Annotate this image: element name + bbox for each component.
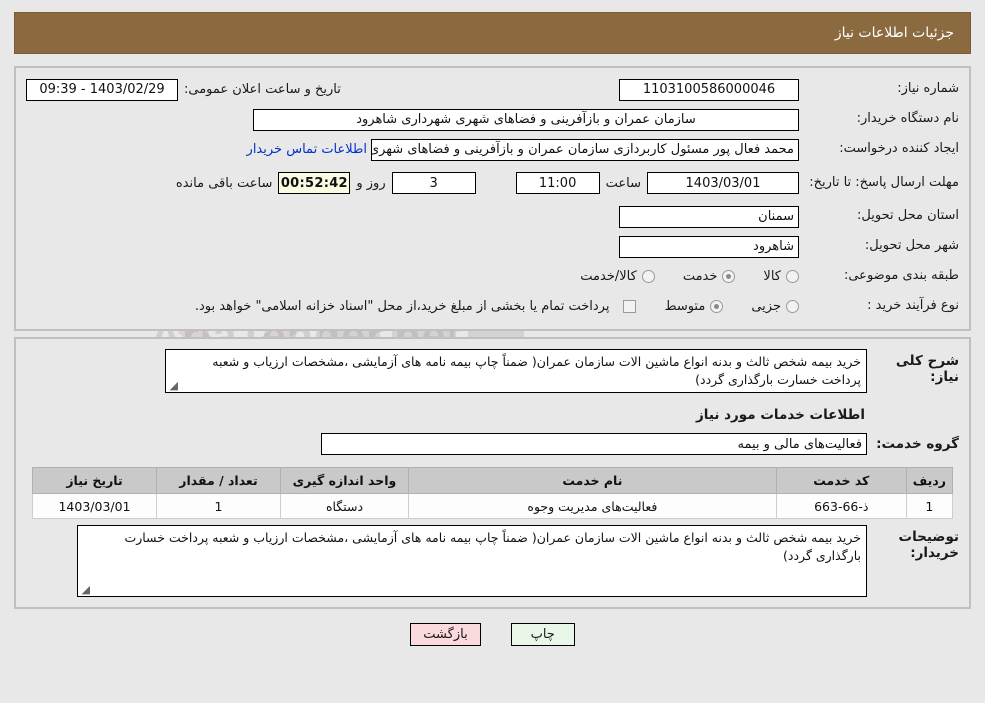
row-province: استان محل تحویل: سمنان [26,203,959,230]
th-service-name: نام خدمت [408,467,777,495]
print-button[interactable]: چاپ [510,623,575,647]
resize-grip-icon[interactable]: ◢ [80,584,90,595]
need-number-label: شماره نیاز: [897,81,959,97]
radio-icon[interactable] [641,270,655,283]
deadline-date-value: 1403/03/01 [647,172,799,194]
buyer-notes-text: خرید بیمه شخص ثالث و بدنه انواع ماشین ال… [124,530,861,564]
deadline-days-value: 3 [391,172,476,194]
cell-radif: 1 [905,493,954,520]
category-option-label: کالا [763,269,781,284]
category-option-label: کالا/خدمت [580,269,637,284]
table-row: 1 ذ-66-663 فعالیت‌های مدیریت وجوه دستگاه… [32,493,954,520]
service-group-value: فعالیت‌های مالی و بیمه [321,433,867,456]
th-need-date: تاریخ نیاز [32,467,157,495]
need-description-value[interactable]: خرید بیمه شخص ثالث و بدنه انواع ماشین ال… [165,349,867,394]
deadline-timer-label: ساعت باقی مانده [175,175,273,191]
category-option-kala-khedmat[interactable]: کالا/خدمت [580,269,655,284]
row-service-group: گروه خدمت: فعالیت‌های مالی و بیمه [26,433,959,456]
category-label: طبقه بندی موضوعی: [843,268,959,284]
need-description-label: شرح کلی نیاز: [895,353,959,385]
deadline-label: مهلت ارسال پاسخ: تا تاریخ: [809,175,959,191]
purchase-type-option-motevaset[interactable]: متوسط [664,299,724,314]
cell-unit: دستگاه [280,493,409,520]
row-need-description: شرح کلی نیاز: خرید بیمه شخص ثالث و بدنه … [26,349,959,394]
services-panel: شرح کلی نیاز: خرید بیمه شخص ثالث و بدنه … [14,337,971,610]
radio-icon[interactable] [786,300,799,313]
need-info-panel: شماره نیاز: 1103100586000046 تاریخ و ساع… [14,66,971,331]
purchase-type-label: نوع فرآیند خرید : [867,298,959,314]
radio-icon[interactable] [722,270,736,283]
buyer-org-label: نام دستگاه خریدار: [856,111,959,127]
public-announce-label: تاریخ و ساعت اعلان عمومی: [184,82,341,97]
service-items-table: ردیف کد خدمت نام خدمت واحد اندازه گیری ت… [32,467,954,520]
deadline-hour-label: ساعت [605,175,641,191]
city-value: شاهرود [619,235,799,258]
cell-need-date: 1403/03/01 [32,493,157,520]
page-title: جزئیات اطلاعات نیاز [834,25,954,41]
cell-service-code: ذ-66-663 [775,493,907,520]
need-description-text: خرید بیمه شخص ثالث و بدنه انواع ماشین ال… [212,354,861,388]
row-city: شهر محل تحویل: شاهرود [26,233,959,260]
row-deadline: مهلت ارسال پاسخ: تا تاریخ: 1403/03/01 سا… [26,166,959,200]
buyer-org-value: سازمان عمران و بازآفرینی و فضاهای شهری ش… [253,108,799,131]
service-items-table-wrap: ردیف کد خدمت نام خدمت واحد اندازه گیری ت… [26,467,959,520]
th-quantity: تعداد / مقدار [156,467,281,495]
th-unit: واحد اندازه گیری [280,467,409,495]
row-need-number: شماره نیاز: 1103100586000046 تاریخ و ساع… [26,76,959,103]
purchase-type-radio-group: جزیی متوسط پرداخت تمام یا بخشی از مبلغ خ… [195,299,799,314]
buyer-notes-label: توضیحات خریدار: [898,529,959,562]
purchase-type-option-jozi[interactable]: جزیی [751,299,799,314]
deadline-days-label: روز و [356,175,386,191]
need-number-value: 1103100586000046 [619,78,799,101]
purchase-type-option-label: جزیی [751,299,781,314]
deadline-timer-value: 00:52:42 [278,172,351,194]
creator-label: ایجاد کننده درخواست: [839,141,959,157]
province-label: استان محل تحویل: [857,208,959,224]
row-buyer-org: نام دستگاه خریدار: سازمان عمران و بازآفر… [26,106,959,133]
row-buyer-notes: توضیحات خریدار: خرید بیمه شخص ثالث و بدن… [26,525,959,598]
cell-service-name: فعالیت‌های مدیریت وجوه [408,493,777,520]
row-purchase-type: نوع فرآیند خرید : جزیی متوسط پرداخت تمام… [26,293,959,320]
province-value: سمنان [619,205,799,228]
row-creator: ایجاد کننده درخواست: محمد فعال پور مسئول… [26,136,959,163]
purchase-type-option-label: متوسط [664,299,706,314]
buyer-notes-value[interactable]: خرید بیمه شخص ثالث و بدنه انواع ماشین ال… [77,525,867,598]
page-title-bar: جزئیات اطلاعات نیاز [14,12,971,54]
radio-icon[interactable] [786,270,799,283]
deadline-hour-value: 11:00 [515,172,600,194]
treasury-docs-checkbox[interactable] [623,300,637,313]
category-option-khedmat[interactable]: خدمت [683,269,736,284]
footer-actions: چاپ بازگشت [14,623,971,656]
row-category: طبقه بندی موضوعی: کالا خدمت کالا/خدمت [26,263,959,290]
cell-quantity: 1 [156,493,281,520]
category-option-label: خدمت [682,269,718,284]
table-header-row: ردیف کد خدمت نام خدمت واحد اندازه گیری ت… [32,467,954,495]
th-service-code: کد خدمت [775,467,907,495]
radio-icon[interactable] [710,300,724,313]
th-radif: ردیف [905,467,954,495]
buyer-contact-link[interactable]: اطلاعات تماس خریدار [247,142,371,157]
service-group-label: گروه خدمت: [876,436,959,453]
treasury-docs-note: پرداخت تمام یا بخشی از مبلغ خرید،از محل … [194,299,610,314]
services-section-title: اطلاعات خدمات مورد نیاز [695,407,865,424]
creator-value: محمد فعال پور مسئول کاربردازی سازمان عمر… [371,138,799,161]
public-announce-value: 1403/02/29 - 09:39 [26,78,178,101]
resize-grip-icon[interactable]: ◢ [168,380,178,391]
category-option-kala[interactable]: کالا [763,269,799,284]
back-button[interactable]: بازگشت [410,623,481,647]
city-label: شهر محل تحویل: [864,238,959,254]
category-radio-group: کالا خدمت کالا/خدمت [558,269,799,284]
